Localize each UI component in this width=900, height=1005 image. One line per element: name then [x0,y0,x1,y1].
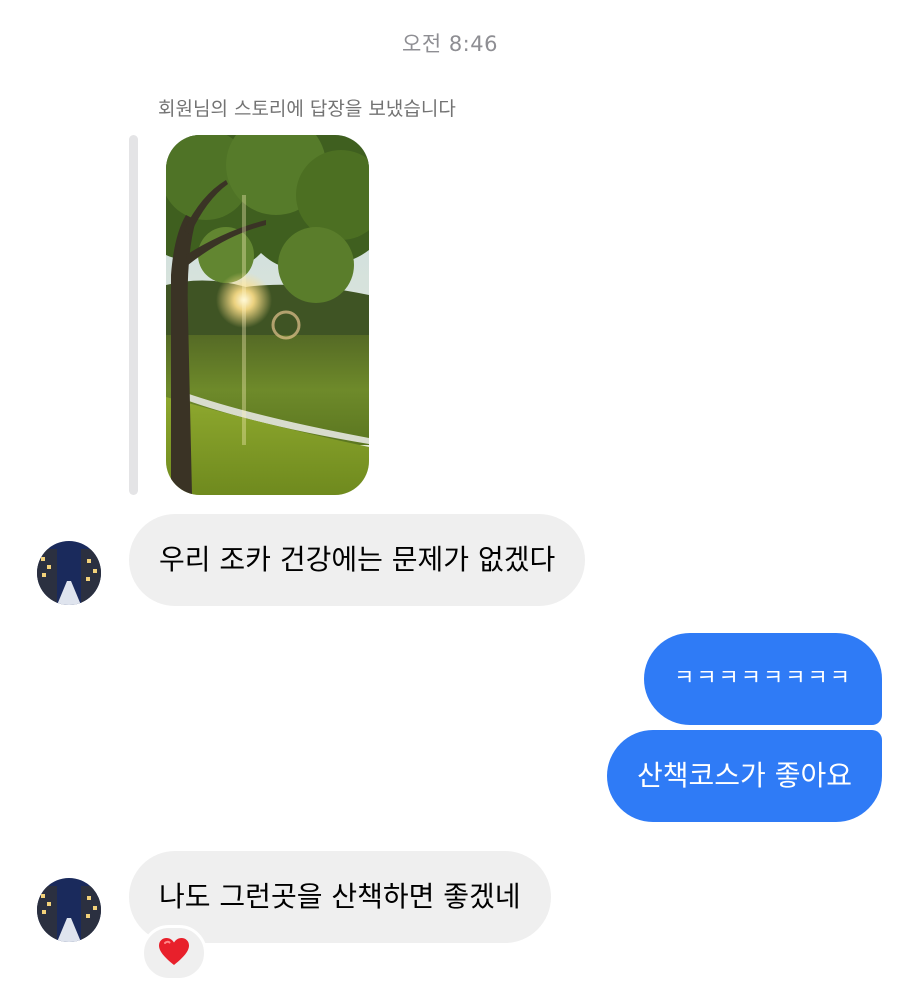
reaction-badge[interactable] [141,925,207,981]
message-bubble-incoming: 우리 조카 건강에는 문제가 없겠다 [129,514,586,606]
heart-icon [158,937,190,970]
timestamp: 오전 8:46 [402,32,498,56]
reply-quote-bar [129,135,138,495]
avatar[interactable] [37,541,101,605]
message-bubble-outgoing: ㅋㅋㅋㅋㅋㅋㅋㅋ [644,633,882,725]
story-thumbnail[interactable] [166,135,369,495]
message-bubble-outgoing: 산책코스가 좋아요 [607,730,882,822]
story-reply-caption: 회원님의 스토리에 답장을 보냈습니다 [158,98,456,120]
avatar[interactable] [37,878,101,942]
